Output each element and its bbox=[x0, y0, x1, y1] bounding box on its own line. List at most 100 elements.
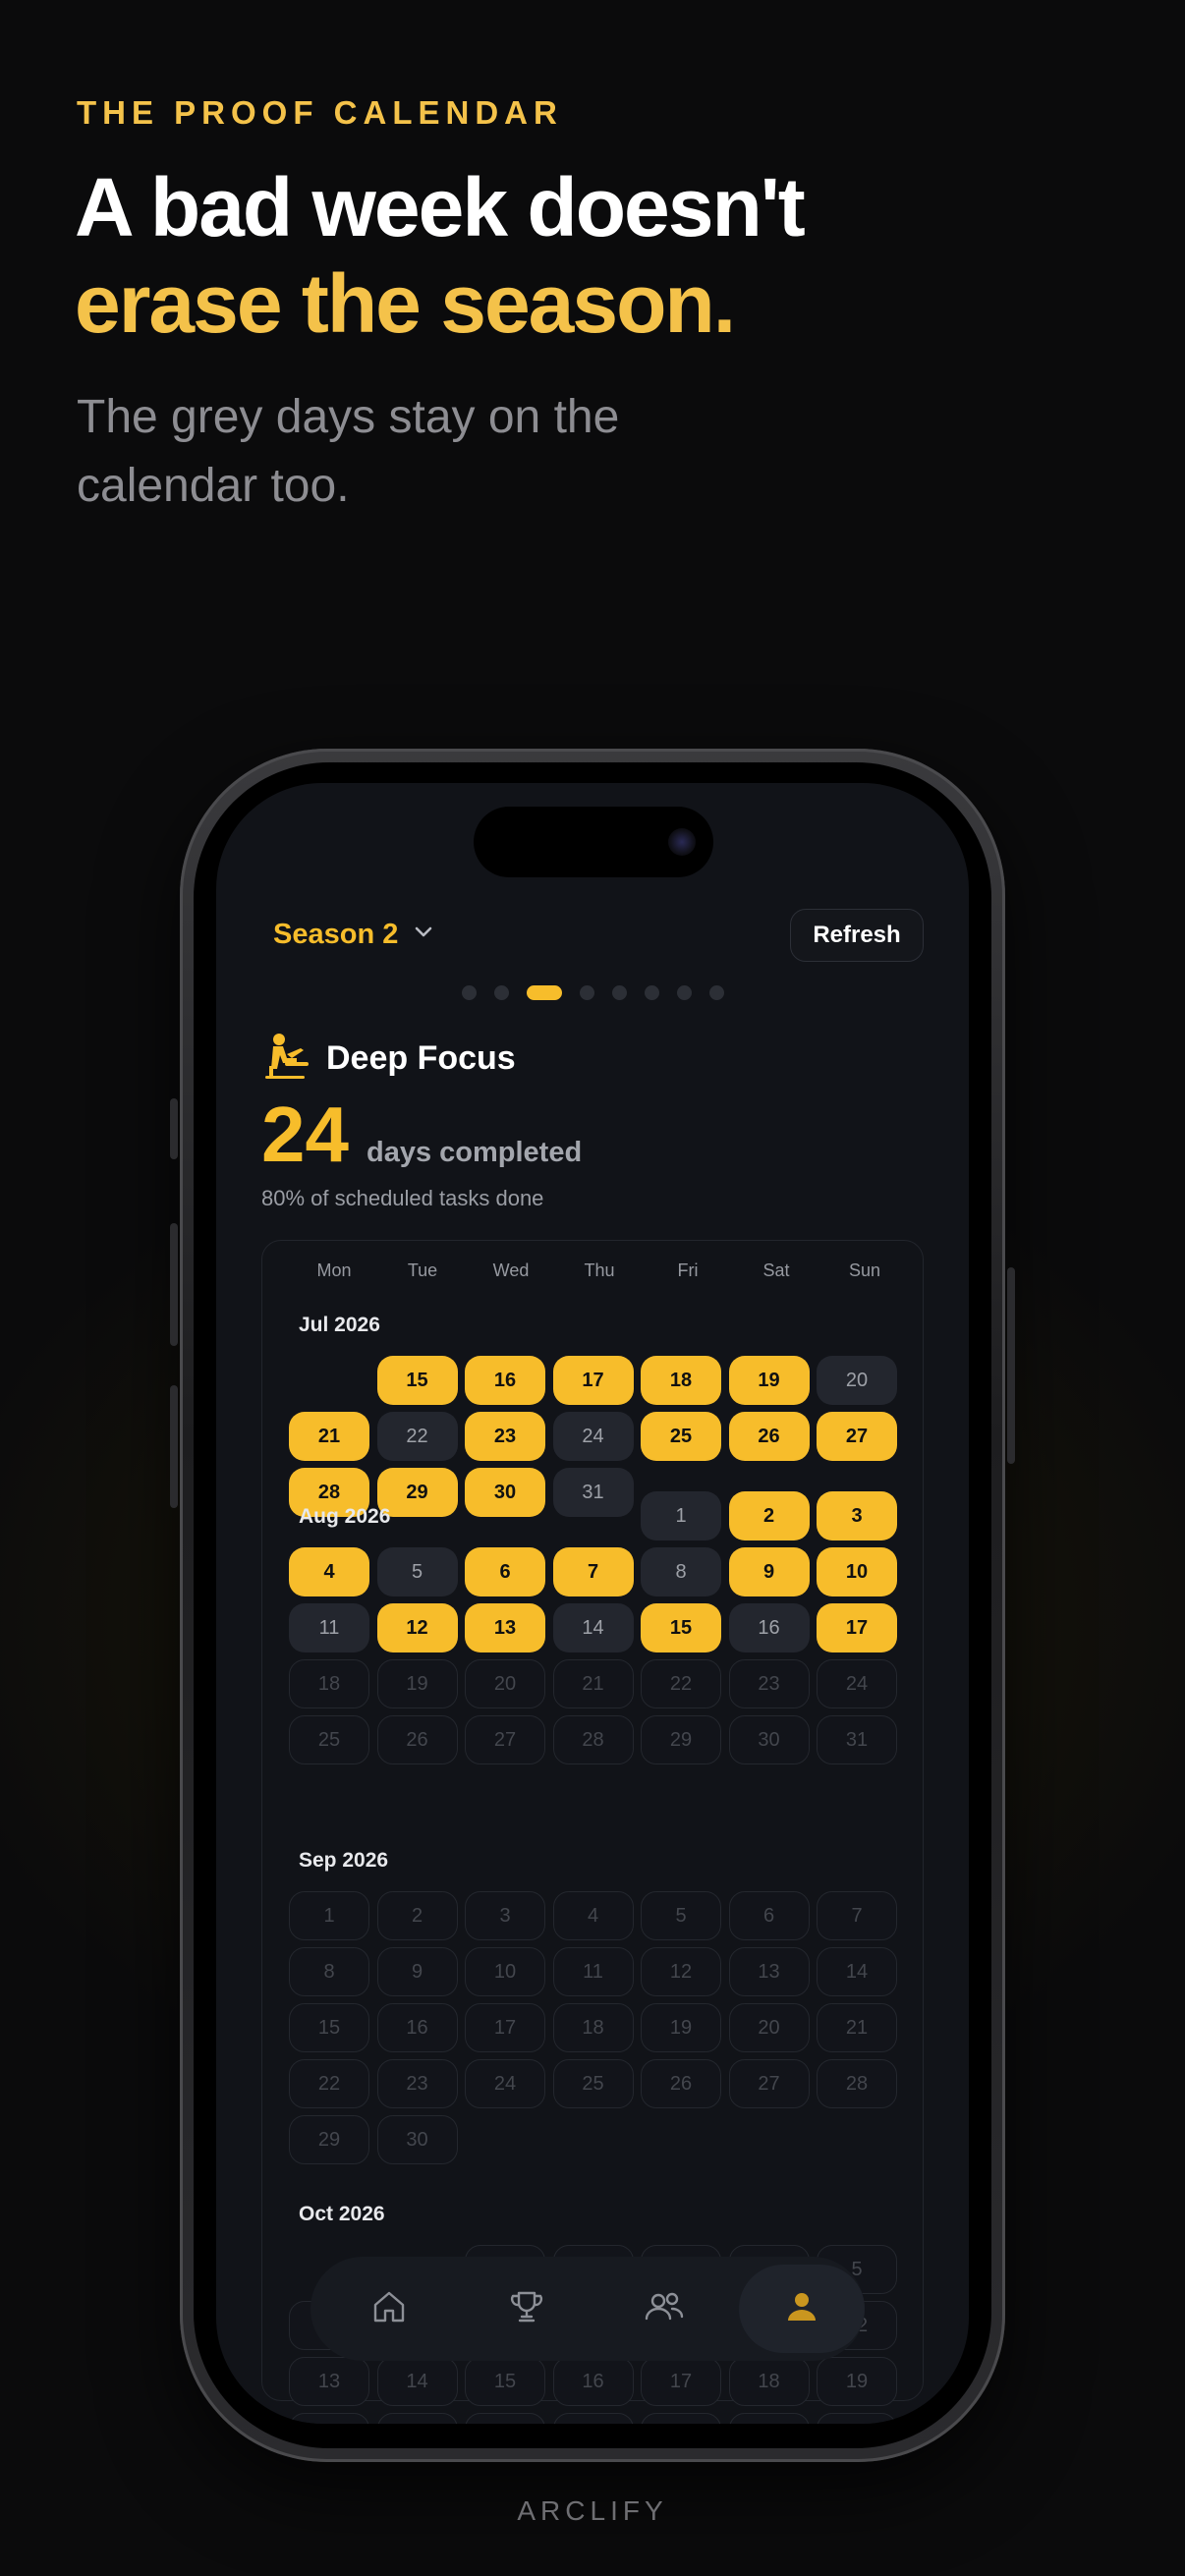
day-cell-done[interactable]: 17 bbox=[552, 1356, 634, 1405]
day-cell-miss[interactable]: 5 bbox=[376, 1547, 458, 1596]
day-cell-future[interactable]: 16 bbox=[376, 2003, 458, 2052]
day-cell-miss[interactable]: 31 bbox=[552, 1468, 634, 1517]
day-cell-done[interactable]: 9 bbox=[728, 1547, 810, 1596]
day-cell-future[interactable]: 13 bbox=[728, 1947, 810, 1996]
day-cell-future[interactable]: 25 bbox=[289, 1715, 369, 1764]
page-dot[interactable] bbox=[493, 985, 509, 1000]
day-cell-future[interactable]: 8 bbox=[289, 1947, 369, 1996]
day-cell-future[interactable]: 5 bbox=[641, 1891, 721, 1940]
day-cell-future[interactable]: 20 bbox=[728, 2003, 810, 2052]
day-cell-future[interactable]: 22 bbox=[289, 2059, 369, 2108]
page-dot[interactable] bbox=[611, 985, 627, 1000]
day-cell-future[interactable]: 21 bbox=[376, 2413, 458, 2424]
day-cell-future[interactable]: 17 bbox=[641, 2357, 721, 2406]
season-selector[interactable]: Season 2 bbox=[273, 919, 435, 951]
day-cell-future[interactable]: 22 bbox=[641, 1659, 721, 1708]
day-cell-future[interactable]: 19 bbox=[641, 2003, 721, 2052]
day-cell-future[interactable]: 16 bbox=[552, 2357, 634, 2406]
day-cell-done[interactable]: 17 bbox=[817, 1603, 897, 1652]
day-cell-future[interactable]: 21 bbox=[552, 1659, 634, 1708]
day-cell-future[interactable]: 24 bbox=[817, 1659, 897, 1708]
day-cell-done[interactable]: 15 bbox=[641, 1603, 721, 1652]
day-cell-miss[interactable]: 24 bbox=[552, 1412, 634, 1461]
day-cell-done[interactable]: 25 bbox=[641, 1412, 721, 1461]
day-cell-future[interactable]: 15 bbox=[465, 2357, 545, 2406]
day-cell-future[interactable]: 1 bbox=[289, 1891, 369, 1940]
day-cell-future[interactable]: 14 bbox=[376, 2357, 458, 2406]
day-cell-future[interactable]: 27 bbox=[465, 1715, 545, 1764]
day-cell-future[interactable]: 25 bbox=[728, 2413, 810, 2424]
day-cell-future[interactable]: 14 bbox=[817, 1947, 897, 1996]
day-cell-miss[interactable]: 1 bbox=[641, 1491, 721, 1540]
day-cell-done[interactable]: 13 bbox=[465, 1603, 545, 1652]
day-cell-done[interactable]: 16 bbox=[465, 1356, 545, 1405]
day-cell-future[interactable]: 24 bbox=[641, 2413, 721, 2424]
day-cell-future[interactable]: 12 bbox=[641, 1947, 721, 1996]
day-cell-future[interactable]: 13 bbox=[289, 2357, 369, 2406]
day-cell-future[interactable]: 30 bbox=[376, 2115, 458, 2164]
day-cell-future[interactable]: 23 bbox=[376, 2059, 458, 2108]
day-cell-future[interactable]: 26 bbox=[641, 2059, 721, 2108]
day-cell-done[interactable]: 4 bbox=[289, 1547, 369, 1596]
day-cell-future[interactable]: 18 bbox=[728, 2357, 810, 2406]
day-cell-future[interactable]: 24 bbox=[465, 2059, 545, 2108]
day-cell-done[interactable]: 12 bbox=[376, 1603, 458, 1652]
day-cell-future[interactable]: 18 bbox=[552, 2003, 634, 2052]
day-cell-future[interactable]: 28 bbox=[552, 1715, 634, 1764]
page-dot[interactable] bbox=[461, 985, 477, 1000]
day-cell-done[interactable]: 7 bbox=[552, 1547, 634, 1596]
day-cell-miss[interactable]: 11 bbox=[289, 1603, 369, 1652]
day-cell-future[interactable]: 30 bbox=[728, 1715, 810, 1764]
day-cell-done[interactable]: 23 bbox=[465, 1412, 545, 1461]
day-cell-miss[interactable]: 14 bbox=[552, 1603, 634, 1652]
day-cell-future[interactable]: 6 bbox=[728, 1891, 810, 1940]
day-cell-done[interactable]: 15 bbox=[376, 1356, 458, 1405]
tab-trophy[interactable] bbox=[458, 2257, 595, 2361]
day-cell-miss[interactable]: 8 bbox=[641, 1547, 721, 1596]
page-indicator[interactable] bbox=[216, 985, 969, 1000]
day-cell-done[interactable]: 21 bbox=[289, 1412, 369, 1461]
day-cell-done[interactable]: 3 bbox=[817, 1491, 897, 1540]
page-dot[interactable] bbox=[644, 985, 659, 1000]
day-cell-future[interactable]: 7 bbox=[817, 1891, 897, 1940]
day-cell-future[interactable]: 19 bbox=[817, 2357, 897, 2406]
day-cell-future[interactable]: 15 bbox=[289, 2003, 369, 2052]
day-cell-future[interactable]: 2 bbox=[376, 1891, 458, 1940]
day-cell-done[interactable]: 2 bbox=[728, 1491, 810, 1540]
day-cell-future[interactable]: 31 bbox=[817, 1715, 897, 1764]
day-cell-future[interactable]: 3 bbox=[465, 1891, 545, 1940]
day-cell-future[interactable]: 22 bbox=[465, 2413, 545, 2424]
day-cell-future[interactable]: 27 bbox=[728, 2059, 810, 2108]
day-cell-done[interactable]: 30 bbox=[465, 1468, 545, 1517]
refresh-button[interactable]: Refresh bbox=[790, 909, 924, 962]
day-cell-miss[interactable]: 20 bbox=[817, 1356, 897, 1405]
day-cell-future[interactable]: 26 bbox=[817, 2413, 897, 2424]
day-cell-future[interactable]: 20 bbox=[289, 2413, 369, 2424]
day-cell-future[interactable]: 17 bbox=[465, 2003, 545, 2052]
day-cell-miss[interactable]: 16 bbox=[728, 1603, 810, 1652]
day-cell-future[interactable]: 26 bbox=[376, 1715, 458, 1764]
day-cell-future[interactable]: 10 bbox=[465, 1947, 545, 1996]
page-dot-active[interactable] bbox=[526, 985, 562, 1000]
day-cell-done[interactable]: 18 bbox=[641, 1356, 721, 1405]
page-dot[interactable] bbox=[708, 985, 724, 1000]
day-cell-future[interactable]: 21 bbox=[817, 2003, 897, 2052]
day-cell-done[interactable]: 6 bbox=[465, 1547, 545, 1596]
page-dot[interactable] bbox=[676, 985, 692, 1000]
tab-people[interactable] bbox=[595, 2257, 733, 2361]
day-cell-future[interactable]: 25 bbox=[552, 2059, 634, 2108]
day-cell-future[interactable]: 9 bbox=[376, 1947, 458, 1996]
day-cell-future[interactable]: 18 bbox=[289, 1659, 369, 1708]
day-cell-done[interactable]: 19 bbox=[728, 1356, 810, 1405]
day-cell-done[interactable]: 26 bbox=[728, 1412, 810, 1461]
day-cell-future[interactable]: 20 bbox=[465, 1659, 545, 1708]
day-cell-future[interactable]: 23 bbox=[552, 2413, 634, 2424]
day-cell-future[interactable]: 29 bbox=[289, 2115, 369, 2164]
tab-profile[interactable] bbox=[739, 2265, 865, 2353]
day-cell-future[interactable]: 4 bbox=[552, 1891, 634, 1940]
day-cell-done[interactable]: 10 bbox=[817, 1547, 897, 1596]
day-cell-future[interactable]: 11 bbox=[552, 1947, 634, 1996]
tab-home[interactable] bbox=[320, 2257, 458, 2361]
day-cell-future[interactable]: 29 bbox=[641, 1715, 721, 1764]
day-cell-future[interactable]: 19 bbox=[376, 1659, 458, 1708]
